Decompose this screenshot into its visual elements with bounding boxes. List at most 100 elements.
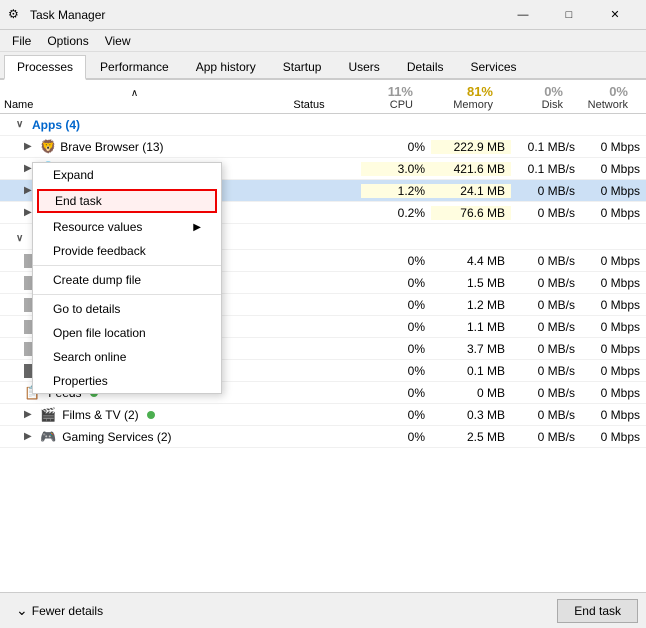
expand-arrow[interactable]: ▶ [24, 141, 36, 152]
ctx-end-task[interactable]: End task [37, 189, 217, 213]
ctx-open-file-location[interactable]: Open file location [33, 321, 221, 345]
ctx-provide-feedback[interactable]: Provide feedback [33, 239, 221, 263]
tab-users[interactable]: Users [335, 55, 392, 78]
cell-disk: 0 MB/s [511, 386, 581, 400]
bottom-bar: ⌄ Fewer details End task [0, 592, 646, 628]
cell-net: 0 Mbps [581, 184, 646, 198]
row-name: Films & TV (2) [62, 408, 138, 422]
menu-options[interactable]: Options [39, 32, 96, 50]
tab-processes[interactable]: Processes [4, 55, 86, 80]
ctx-search-online-label: Search online [53, 350, 126, 364]
cell-mem: 0.1 MB [431, 364, 511, 378]
cell-mem: 421.6 MB [431, 162, 511, 176]
cell-disk: 0 MB/s [511, 408, 581, 422]
cell-mem: 4.4 MB [431, 254, 511, 268]
menu-bar: File Options View [0, 30, 646, 52]
end-task-button[interactable]: End task [557, 599, 638, 623]
window-title: Task Manager [30, 8, 105, 22]
ctx-expand[interactable]: Expand [33, 163, 221, 187]
table-row[interactable]: ▶🎬Films & TV (2) 0% 0.3 MB 0 MB/s 0 Mbps [0, 404, 646, 426]
menu-file[interactable]: File [4, 32, 39, 50]
ctx-resource-values[interactable]: Resource values ▶ [33, 215, 221, 239]
cell-net: 0 Mbps [581, 162, 646, 176]
cell-net: 0 Mbps [581, 298, 646, 312]
col-disk-label[interactable]: Disk [542, 99, 563, 111]
title-bar: ⚙ Task Manager — □ ✕ [0, 0, 646, 30]
window-controls: — □ ✕ [500, 0, 638, 30]
tab-details[interactable]: Details [394, 55, 457, 78]
col-cpu-pct: 11% [388, 84, 413, 99]
cell-disk: 0 MB/s [511, 320, 581, 334]
ctx-resource-values-label: Resource values [53, 220, 142, 234]
col-disk-pct: 0% [544, 84, 563, 99]
table-row[interactable]: ▶🎮Gaming Services (2) 0% 2.5 MB 0 MB/s 0… [0, 426, 646, 448]
col-net-label[interactable]: Network [588, 99, 628, 111]
cell-cpu: 0% [361, 386, 431, 400]
cell-mem: 24.1 MB [431, 184, 511, 198]
cell-mem: 2.5 MB [431, 430, 511, 444]
cell-disk: 0.1 MB/s [511, 162, 581, 176]
cell-disk: 0 MB/s [511, 184, 581, 198]
cell-mem: 1.5 MB [431, 276, 511, 290]
cell-disk: 0 MB/s [511, 206, 581, 220]
fewer-details-label: Fewer details [32, 604, 103, 618]
col-name-label[interactable]: Name [4, 99, 265, 111]
cell-disk: 0.1 MB/s [511, 140, 581, 154]
cell-mem: 76.6 MB [431, 206, 511, 220]
ctx-expand-label: Expand [53, 168, 94, 182]
cell-net: 0 Mbps [581, 386, 646, 400]
minimize-button[interactable]: — [500, 0, 546, 30]
cell-disk: 0 MB/s [511, 430, 581, 444]
cell-disk: 0 MB/s [511, 342, 581, 356]
tab-services[interactable]: Services [458, 55, 530, 78]
cell-disk: 0 MB/s [511, 276, 581, 290]
cell-cpu: 0.2% [361, 206, 431, 220]
tab-app-history[interactable]: App history [183, 55, 269, 78]
col-status-label[interactable]: Status [293, 99, 324, 111]
ctx-create-dump[interactable]: Create dump file [33, 268, 221, 292]
context-menu: Expand End task Resource values ▶ Provid… [32, 162, 222, 394]
cell-net: 0 Mbps [581, 140, 646, 154]
cell-disk: 0 MB/s [511, 364, 581, 378]
cell-cpu: 0% [361, 364, 431, 378]
main-content: ∧ Name Status 11% CPU 81% Memory 0% Disk… [0, 80, 646, 592]
ctx-search-online[interactable]: Search online [33, 345, 221, 369]
section-apps-label: Apps (4) [32, 118, 80, 132]
menu-view[interactable]: View [97, 32, 139, 50]
cell-cpu: 0% [361, 276, 431, 290]
ctx-create-dump-label: Create dump file [53, 273, 141, 287]
cell-net: 0 Mbps [581, 206, 646, 220]
tab-performance[interactable]: Performance [87, 55, 182, 78]
ctx-open-file-label: Open file location [53, 326, 146, 340]
cell-mem: 0 MB [431, 386, 511, 400]
ctx-properties[interactable]: Properties [33, 369, 221, 393]
col-mem-pct: 81% [467, 84, 493, 99]
cell-cpu: 0% [361, 430, 431, 444]
expand-arrow[interactable]: ▶ [24, 409, 36, 420]
cell-cpu: 0% [361, 298, 431, 312]
ctx-go-to-details[interactable]: Go to details [33, 297, 221, 321]
close-button[interactable]: ✕ [592, 0, 638, 30]
fewer-details-button[interactable]: ⌄ Fewer details [8, 598, 111, 623]
cell-disk: 0 MB/s [511, 254, 581, 268]
sort-arrow: ∧ [4, 88, 265, 99]
cell-net: 0 Mbps [581, 276, 646, 290]
ctx-go-to-details-label: Go to details [53, 302, 120, 316]
col-net-pct: 0% [609, 84, 628, 99]
app-icon: ⚙ [8, 7, 24, 23]
cell-net: 0 Mbps [581, 430, 646, 444]
cell-cpu: 0% [361, 254, 431, 268]
maximize-button[interactable]: □ [546, 0, 592, 30]
expand-arrow[interactable]: ▶ [24, 431, 36, 442]
col-mem-label[interactable]: Memory [453, 99, 493, 111]
cell-net: 0 Mbps [581, 408, 646, 422]
cell-net: 0 Mbps [581, 320, 646, 334]
section-apps[interactable]: ∨Apps (4) [0, 114, 646, 136]
tab-startup[interactable]: Startup [270, 55, 335, 78]
table-row[interactable]: ▶🦁Brave Browser (13) 0% 222.9 MB 0.1 MB/… [0, 136, 646, 158]
col-cpu-label[interactable]: CPU [390, 99, 413, 111]
cell-mem: 3.7 MB [431, 342, 511, 356]
cell-cpu: 0% [361, 140, 431, 154]
cell-mem: 1.1 MB [431, 320, 511, 334]
cell-mem: 222.9 MB [431, 140, 511, 154]
